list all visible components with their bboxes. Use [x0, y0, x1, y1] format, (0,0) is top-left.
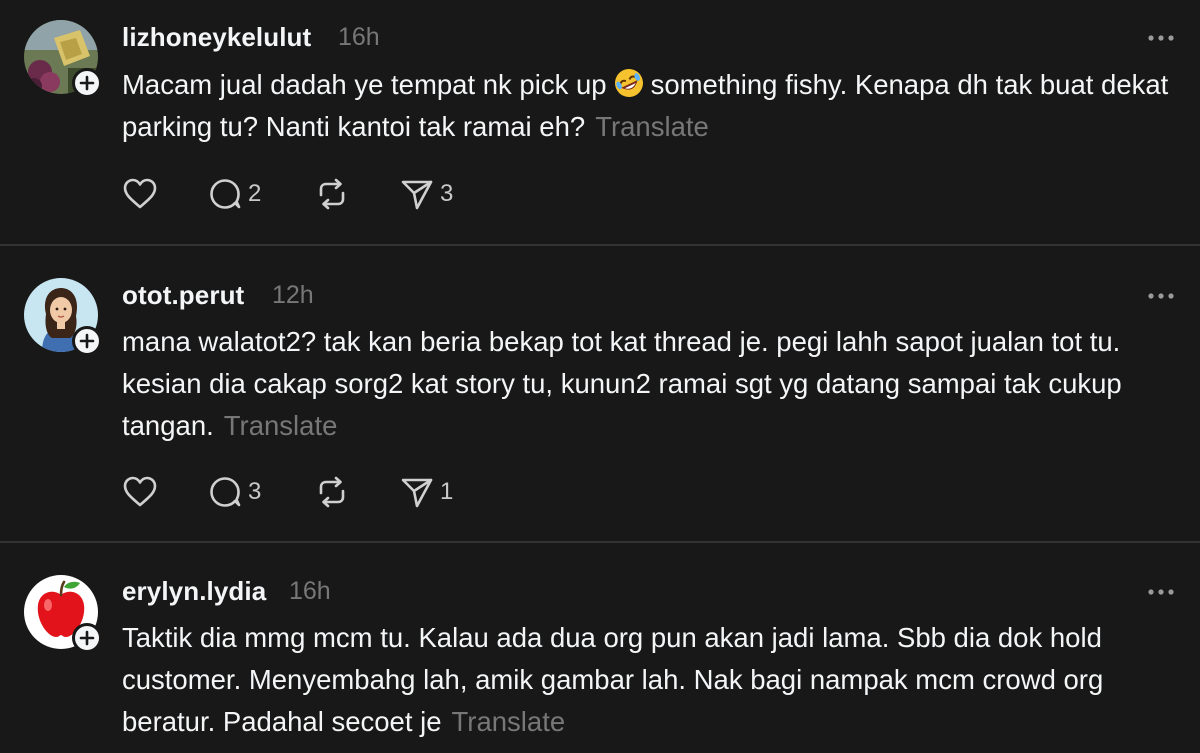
post-text-content: Taktik dia mmg mcm tu. Kalau ada dua org…	[122, 622, 1104, 737]
translate-link[interactable]: Translate	[224, 410, 338, 441]
thread-feed: lizhoneykelulut 16h Macam jual dadah ye …	[0, 0, 1200, 753]
follow-button[interactable]	[72, 623, 102, 653]
avatar[interactable]	[24, 278, 102, 356]
plus-icon	[79, 630, 95, 646]
share-button[interactable]: 1	[400, 474, 453, 510]
share-count: 3	[440, 180, 454, 207]
comment-icon	[210, 179, 241, 209]
plus-icon	[79, 75, 95, 91]
username[interactable]: lizhoneykelulut	[122, 22, 311, 53]
plus-icon	[79, 333, 95, 349]
post-text: Macam jual dadah ye tempat nk pick up so…	[122, 64, 1192, 148]
repost-icon	[319, 476, 345, 508]
timestamp[interactable]: 12h	[272, 281, 314, 310]
heart-icon	[123, 476, 157, 507]
post: lizhoneykelulut 16h Macam jual dadah ye …	[0, 0, 1200, 246]
translate-link[interactable]: Translate	[595, 111, 709, 142]
post-text-part: Macam jual dadah ye tempat nk pick up	[122, 69, 607, 100]
repost-button[interactable]	[314, 176, 350, 212]
share-count: 1	[440, 478, 454, 505]
like-button[interactable]	[122, 176, 158, 212]
reply-count: 2	[248, 180, 262, 207]
comment-icon	[210, 477, 241, 507]
rolling-on-floor-laughing-emoji	[614, 69, 643, 97]
share-button[interactable]: 3	[400, 176, 453, 212]
timestamp[interactable]: 16h	[289, 577, 331, 606]
heart-icon	[123, 178, 157, 209]
avatar[interactable]	[24, 20, 102, 98]
post-text: Taktik dia mmg mcm tu. Kalau ada dua org…	[122, 617, 1192, 743]
follow-button[interactable]	[72, 68, 102, 98]
translate-link[interactable]: Translate	[452, 706, 566, 737]
post: erylyn.lydia 16h Taktik dia mmg mcm tu. …	[0, 543, 1200, 753]
repost-icon	[319, 178, 345, 210]
more-icon[interactable]	[1146, 33, 1176, 43]
send-icon	[401, 180, 433, 210]
avatar[interactable]	[24, 575, 102, 653]
username[interactable]: erylyn.lydia	[122, 576, 266, 607]
timestamp[interactable]: 16h	[338, 23, 380, 52]
follow-button[interactable]	[72, 326, 102, 356]
reply-count: 3	[248, 478, 262, 505]
send-icon	[401, 478, 433, 508]
post: otot.perut 12h mana walatot2? tak kan be…	[0, 246, 1200, 543]
more-icon[interactable]	[1146, 291, 1176, 301]
username[interactable]: otot.perut	[122, 280, 244, 311]
more-icon[interactable]	[1146, 587, 1176, 597]
post-text: mana walatot2? tak kan beria bekap tot k…	[122, 321, 1192, 447]
like-button[interactable]	[122, 474, 158, 510]
reply-button[interactable]: 3	[208, 474, 261, 510]
reply-button[interactable]: 2	[208, 176, 261, 212]
repost-button[interactable]	[314, 474, 350, 510]
